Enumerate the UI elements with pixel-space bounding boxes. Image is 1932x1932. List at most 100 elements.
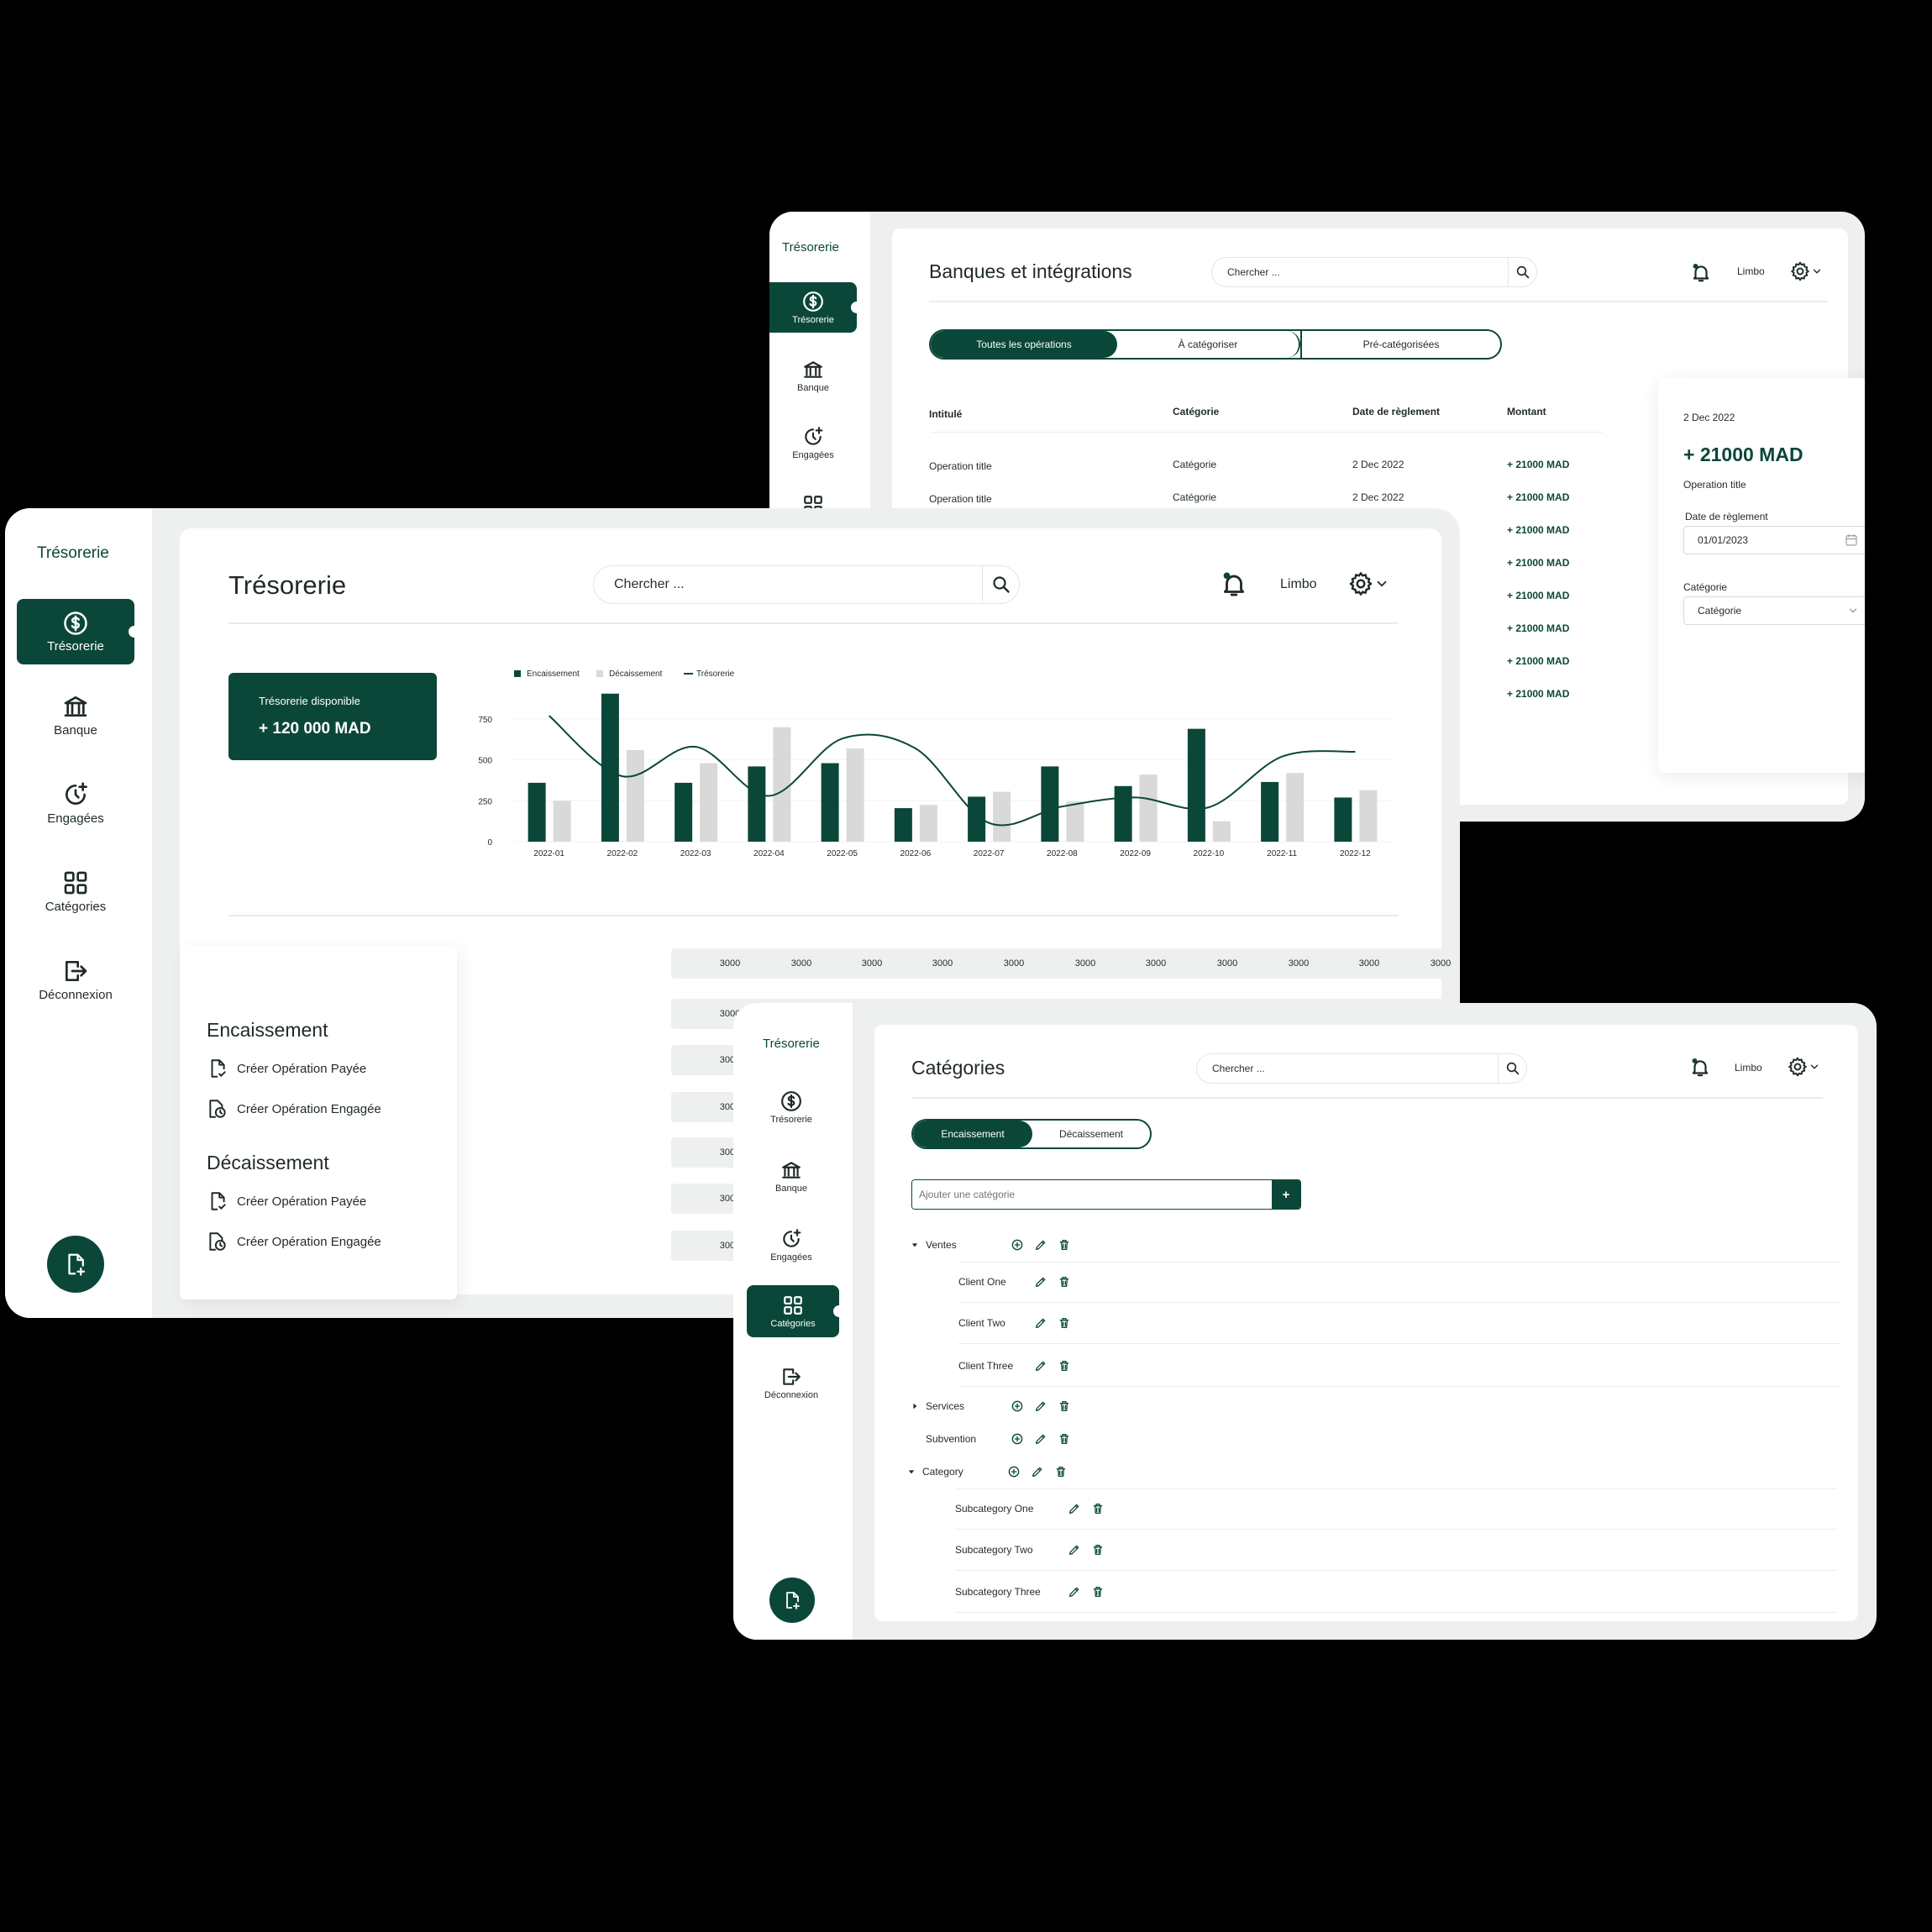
user-name[interactable]: Limbo: [1280, 577, 1317, 592]
create-paid-encaissement[interactable]: Créer Opération Payée: [207, 1058, 366, 1079]
edit-icon[interactable]: [1068, 1543, 1081, 1557]
tab-pre-categorisees[interactable]: Pré-catégorisées: [1300, 331, 1500, 358]
delete-icon[interactable]: [1058, 1432, 1071, 1446]
edit-icon[interactable]: [1034, 1275, 1047, 1289]
sidebar-item-banque[interactable]: Banque: [745, 1152, 837, 1200]
action-label: Créer Opération Engagée: [237, 1101, 381, 1116]
date-field[interactable]: 01/01/2023: [1683, 526, 1865, 554]
table-cell: 3000: [1074, 958, 1096, 969]
edit-icon[interactable]: [1034, 1399, 1047, 1413]
row-amount: + 21000 MAD: [1507, 557, 1570, 569]
sidebar-item-tresorerie[interactable]: Trésorerie: [745, 1084, 837, 1131]
sidebar-item-banque[interactable]: Banque: [17, 687, 134, 743]
edit-icon[interactable]: [1034, 1432, 1047, 1446]
search-button[interactable]: [982, 566, 1019, 603]
add-subcategory-icon[interactable]: [1011, 1238, 1024, 1252]
edit-icon[interactable]: [1034, 1238, 1047, 1252]
delete-icon[interactable]: [1058, 1316, 1071, 1330]
bell-icon[interactable]: [1220, 570, 1248, 599]
delete-icon[interactable]: [1058, 1359, 1071, 1373]
add-category-input[interactable]: [912, 1180, 1272, 1209]
close-icon[interactable]: [1861, 405, 1865, 423]
settings-menu[interactable]: [1789, 260, 1823, 282]
user-name[interactable]: Limbo: [1735, 1062, 1762, 1074]
sidebar-item-categories[interactable]: Catégories: [17, 864, 134, 919]
category-label[interactable]: Ventes: [926, 1239, 957, 1251]
sidebar-item-engagees[interactable]: Engagées: [769, 422, 857, 464]
category-label[interactable]: Category: [922, 1466, 963, 1478]
search-icon: [991, 575, 1011, 595]
tab-a-categoriser[interactable]: À catégoriser: [1117, 331, 1300, 358]
create-committed-decaissement[interactable]: Créer Opération Engagée: [207, 1231, 381, 1252]
caret-right-icon[interactable]: [911, 1403, 918, 1410]
subcategory-label[interactable]: Subcategory Two: [955, 1544, 1033, 1556]
search-button[interactable]: [1508, 258, 1536, 286]
legend-label: Décaissement: [609, 669, 663, 679]
row-title[interactable]: Operation title: [929, 493, 992, 505]
delete-icon[interactable]: [1058, 1399, 1071, 1413]
row-title[interactable]: Operation title: [929, 460, 992, 472]
bar-encaissement: [675, 782, 693, 842]
settings-menu[interactable]: [1347, 570, 1389, 597]
add-subcategory-icon[interactable]: [1011, 1432, 1024, 1446]
caret-down-icon[interactable]: [911, 1242, 918, 1248]
delete-icon[interactable]: [1091, 1543, 1105, 1557]
search-input[interactable]: [594, 577, 982, 592]
delete-icon[interactable]: [1054, 1465, 1068, 1478]
tab-toutes[interactable]: Toutes les opérations: [931, 331, 1117, 358]
sidebar-item-deconnexion[interactable]: Déconnexion: [17, 952, 134, 1007]
category-label[interactable]: Services: [926, 1400, 964, 1412]
edit-icon[interactable]: [1034, 1359, 1047, 1373]
header-divider: [911, 1097, 1823, 1099]
new-document-button[interactable]: [769, 1578, 815, 1623]
category-label: Catégorie: [1683, 581, 1728, 593]
subcategory-label[interactable]: Subcategory Three: [955, 1586, 1041, 1598]
delete-icon[interactable]: [1091, 1502, 1105, 1515]
tab-decaissement[interactable]: Décaissement: [1032, 1121, 1150, 1147]
section-divider: [228, 915, 1399, 916]
search-button[interactable]: [1498, 1054, 1526, 1083]
edit-icon[interactable]: [1034, 1316, 1047, 1330]
page-title: Banques et intégrations: [929, 260, 1132, 282]
subcategory-label[interactable]: Client Three: [958, 1360, 1013, 1372]
sidebar-item-categories[interactable]: Catégories: [747, 1285, 845, 1337]
sidebar-item-engagees[interactable]: Engagées: [17, 775, 134, 831]
edit-icon[interactable]: [1068, 1502, 1081, 1515]
add-category-button[interactable]: +: [1272, 1180, 1300, 1209]
delete-icon[interactable]: [1058, 1275, 1071, 1289]
bar-encaissement: [1041, 766, 1059, 842]
bell-icon[interactable]: [1690, 262, 1712, 284]
delete-icon[interactable]: [1058, 1238, 1071, 1252]
category-select[interactable]: Catégorie: [1683, 596, 1865, 625]
sidebar-item-banque[interactable]: Banque: [769, 354, 857, 396]
add-subcategory-icon[interactable]: [1011, 1399, 1024, 1413]
edit-icon[interactable]: [1068, 1585, 1081, 1599]
user-name[interactable]: Limbo: [1737, 265, 1765, 277]
create-committed-encaissement[interactable]: Créer Opération Engagée: [207, 1098, 381, 1120]
subcategory-label[interactable]: Client Two: [958, 1317, 1005, 1329]
delete-icon[interactable]: [1091, 1585, 1105, 1599]
search-icon: [1505, 1061, 1520, 1076]
x-tick-label: 2022-10: [1194, 849, 1225, 858]
subcategory-label[interactable]: Subcategory One: [955, 1503, 1033, 1515]
new-document-button[interactable]: [47, 1236, 104, 1293]
subcategory-label[interactable]: Client One: [958, 1276, 1006, 1288]
sidebar-item-label: Engagées: [792, 449, 834, 460]
action-label: Créer Opération Engagée: [237, 1234, 381, 1249]
settings-menu[interactable]: [1787, 1056, 1820, 1078]
bell-icon[interactable]: [1689, 1057, 1711, 1079]
sidebar-item-tresorerie[interactable]: Trésorerie: [17, 599, 140, 664]
add-subcategory-icon[interactable]: [1007, 1465, 1021, 1478]
bar-decaissement: [1286, 773, 1305, 842]
x-tick-label: 2022-05: [827, 849, 858, 858]
edit-icon[interactable]: [1031, 1465, 1044, 1478]
category-label[interactable]: Subvention: [926, 1433, 976, 1445]
sidebar-item-tresorerie[interactable]: Trésorerie: [769, 282, 863, 333]
search-input[interactable]: [1212, 266, 1508, 278]
caret-down-icon[interactable]: [908, 1468, 915, 1475]
create-paid-decaissement[interactable]: Créer Opération Payée: [207, 1190, 366, 1212]
sidebar-item-deconnexion[interactable]: Déconnexion: [745, 1359, 837, 1406]
search-input[interactable]: [1197, 1063, 1498, 1074]
tab-encaissement[interactable]: Encaissement: [913, 1121, 1032, 1147]
sidebar-item-engagees[interactable]: Engagées: [745, 1221, 837, 1268]
